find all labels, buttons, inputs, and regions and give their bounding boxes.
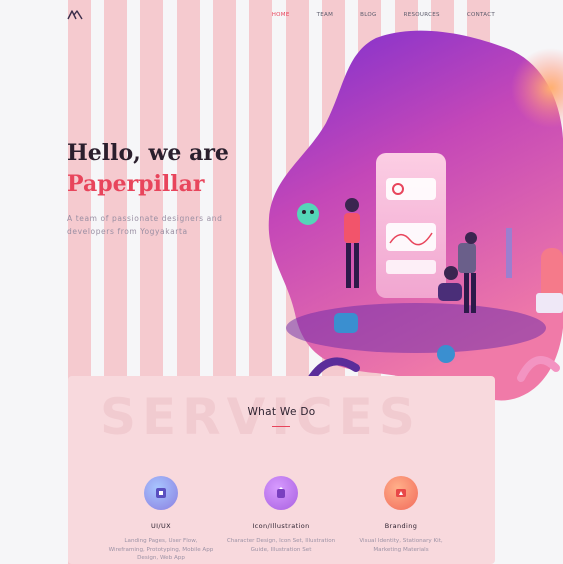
service-card-branding[interactable]: Branding Visual Identity, Stationary Kit… [346,476,456,554]
hero-title: Hello, we are Paperpillar [67,138,229,200]
hero-illustration [268,30,563,401]
nav-blog[interactable]: BLOG [360,12,376,18]
title-underline [272,426,290,427]
design-icon [144,476,178,510]
service-description: Landing Pages, User Flow, Wireframing, P… [108,538,214,561]
illustration-icon [264,476,298,510]
hero-subtitle: A team of passionate designers and devel… [67,214,223,236]
service-description: Visual Identity, Stationary Kit, Marketi… [359,538,443,553]
page: HOME TEAM BLOG RESOURCES CONTACT Hello, … [0,0,563,564]
nav-resources[interactable]: RESOURCES [404,12,440,18]
branding-icon [384,476,418,510]
nav-contact[interactable]: CONTACT [467,12,495,18]
hero-title-line1: Hello, we are [67,140,229,166]
service-description: Character Design, Icon Set, Illustration… [226,538,336,553]
section-title: What We Do [247,406,316,418]
service-name: UI/UX [150,522,172,530]
service-card-uiux[interactable]: UI/UX Landing Pages, User Flow, Wirefram… [106,476,216,563]
service-card-illustration[interactable]: Icon/Illustration Character Design, Icon… [226,476,336,554]
main-nav: HOME TEAM BLOG RESOURCES CONTACT [245,12,495,18]
service-name: Branding [384,522,418,530]
nav-team[interactable]: TEAM [317,12,334,18]
hero-title-brand: Paperpillar [67,171,205,197]
logo-icon[interactable] [67,10,83,20]
service-name: Icon/Illustration [252,522,310,530]
nav-home[interactable]: HOME [272,12,290,18]
